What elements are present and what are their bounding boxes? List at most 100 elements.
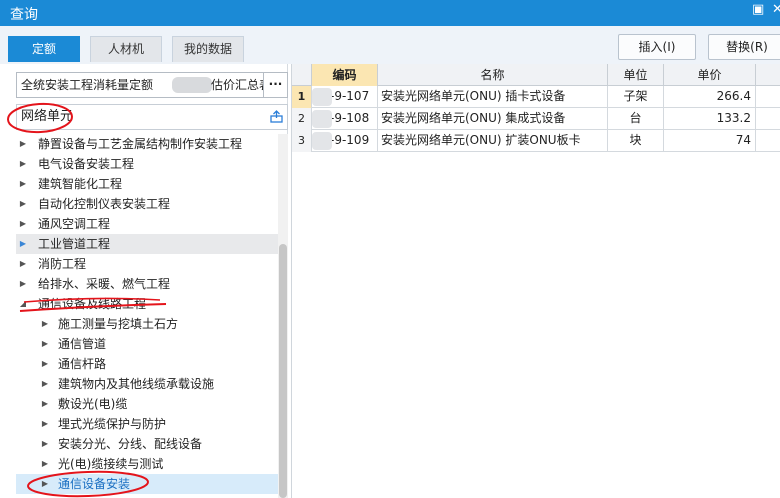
- tree-item-label: 建筑物内及其他线缆承载设施: [58, 377, 215, 391]
- expand-arrow-icon[interactable]: ▶: [18, 174, 28, 194]
- tree-item-label: 消防工程: [38, 257, 87, 271]
- code-cell: -9-108: [312, 108, 378, 130]
- library-name: 全统安装工程消耗量定额: [21, 78, 154, 92]
- tree-item[interactable]: ▶ 通信杆路: [16, 354, 278, 374]
- redacted-text: [312, 88, 332, 106]
- tree-item-label: 通信设备安装: [58, 477, 131, 491]
- tree-item-label: 工业管道工程: [38, 237, 111, 251]
- library-more-button[interactable]: ···: [264, 72, 288, 98]
- tree-item-label: 光(电)缆接续与测试: [58, 457, 164, 471]
- expand-arrow-icon[interactable]: ▶: [40, 354, 50, 374]
- expand-arrow-icon[interactable]: ▶: [18, 214, 28, 234]
- expand-arrow-icon[interactable]: ▶: [40, 454, 50, 474]
- tree-item-label: 建筑智能化工程: [38, 177, 123, 191]
- tree-item[interactable]: ▶ 自动化控制仪表安装工程: [16, 194, 278, 214]
- redacted-text: [172, 77, 212, 93]
- tree-item-label: 自动化控制仪表安装工程: [38, 197, 171, 211]
- tab-labor-material-machine[interactable]: 人材机: [90, 36, 162, 62]
- table-row[interactable]: 1 -9-107 安装光网络单元(ONU) 插卡式设备 子架 266.4: [292, 86, 780, 108]
- tree-item[interactable]: ▶ 消防工程: [16, 254, 278, 274]
- unit-cell: 台: [608, 108, 664, 130]
- expand-arrow-icon[interactable]: ▶: [18, 274, 28, 294]
- tree-item-label: 给排水、采暖、燃气工程: [38, 277, 171, 291]
- close-icon[interactable]: ✕: [772, 2, 780, 17]
- tree-item[interactable]: ▶ 通风空调工程: [16, 214, 278, 234]
- code-text: -9-109: [330, 133, 370, 147]
- restore-icon[interactable]: ▣: [752, 2, 764, 17]
- tree-item[interactable]: ▶ 安装分光、分线、配线设备: [16, 434, 278, 454]
- expand-arrow-icon[interactable]: ▶: [40, 474, 50, 494]
- tree-item-label: 通风空调工程: [38, 217, 111, 231]
- tree-item[interactable]: ▶ 工业管道工程: [16, 234, 278, 254]
- expand-arrow-icon[interactable]: ▶: [18, 154, 28, 174]
- tree-item-label: 安装分光、分线、配线设备: [58, 437, 203, 451]
- window-title: 查询: [10, 7, 38, 23]
- unit-cell: 块: [608, 130, 664, 152]
- tree-item[interactable]: ▶ 通信管道: [16, 334, 278, 354]
- code-text: -9-107: [330, 89, 370, 103]
- tree-item[interactable]: ◢ 通信设备及线路工程: [16, 294, 278, 314]
- redacted-text: [312, 110, 332, 128]
- table-row[interactable]: 3 -9-109 安装光网络单元(ONU) 扩装ONU板卡 块 74: [292, 130, 780, 152]
- redacted-text: [312, 132, 332, 150]
- replace-button[interactable]: 替换(R): [708, 34, 780, 60]
- expand-arrow-icon[interactable]: ▶: [40, 314, 50, 334]
- expand-arrow-icon[interactable]: ▶: [40, 374, 50, 394]
- chapter-tree: ▶ 静置设备与工艺金属结构制作安装工程 ▶ 电气设备安装工程 ▶ 建筑智能化工程…: [16, 134, 278, 498]
- expand-arrow-icon[interactable]: ▶: [18, 194, 28, 214]
- expand-arrow-icon[interactable]: ▶: [40, 434, 50, 454]
- tree-item[interactable]: ▶ 光(电)缆接续与测试: [16, 454, 278, 474]
- code-text: -9-108: [330, 111, 370, 125]
- tree-item[interactable]: ▶ 给排水、采暖、燃气工程: [16, 274, 278, 294]
- quota-library-select[interactable]: 全统安装工程消耗量定额 估价汇总表: [16, 72, 264, 98]
- tree-item-label: 静置设备与工艺金属结构制作安装工程: [38, 137, 243, 151]
- tree-item-label: 通信杆路: [58, 357, 107, 371]
- tree-item-label: 埋式光缆保护与防护: [58, 417, 167, 431]
- tree-item[interactable]: ▶ 静置设备与工艺金属结构制作安装工程: [16, 134, 278, 154]
- tree-item-label: 敷设光(电)缆: [58, 397, 128, 411]
- grid-header: 编码 名称 单位 单价: [292, 64, 780, 86]
- code-header[interactable]: 编码: [312, 64, 378, 86]
- tree-item-label: 施工测量与挖填土石方: [58, 317, 179, 331]
- name-cell: 安装光网络单元(ONU) 插卡式设备: [378, 86, 608, 108]
- scroll-thumb[interactable]: [279, 244, 287, 498]
- export-icon[interactable]: [270, 110, 283, 123]
- tree-item[interactable]: ▶ 施工测量与挖填土石方: [16, 314, 278, 334]
- tree-item-selected[interactable]: ▶ 通信设备安装: [16, 474, 278, 494]
- expand-arrow-icon[interactable]: ▶: [40, 334, 50, 354]
- name-header[interactable]: 名称: [378, 64, 608, 86]
- price-cell: 266.4: [664, 86, 756, 108]
- search-input[interactable]: 网络单元: [16, 104, 288, 130]
- table-row[interactable]: 2 -9-108 安装光网络单元(ONU) 集成式设备 台 133.2: [292, 108, 780, 130]
- price-cell: 133.2: [664, 108, 756, 130]
- collapse-arrow-icon[interactable]: ◢: [18, 294, 28, 314]
- code-cell: -9-109: [312, 130, 378, 152]
- tree-item[interactable]: ▶ 敷设光(电)缆: [16, 394, 278, 414]
- tree-item[interactable]: ▶ 建筑物内及其他线缆承载设施: [16, 374, 278, 394]
- price-cell: 74: [664, 130, 756, 152]
- tree-item[interactable]: ▶ 电气设备安装工程: [16, 154, 278, 174]
- price-header[interactable]: 单价: [664, 64, 756, 86]
- unit-header[interactable]: 单位: [608, 64, 664, 86]
- insert-button[interactable]: 插入(I): [618, 34, 696, 60]
- tree-item[interactable]: ▶ 建筑智能化工程: [16, 174, 278, 194]
- tree-item[interactable]: ▶ 埋式光缆保护与防护: [16, 414, 278, 434]
- expand-arrow-icon[interactable]: ▶: [40, 394, 50, 414]
- name-cell: 安装光网络单元(ONU) 集成式设备: [378, 108, 608, 130]
- expand-arrow-icon[interactable]: ▶: [18, 134, 28, 154]
- expand-arrow-icon[interactable]: ▶: [18, 234, 28, 254]
- tree-item-label: 通信管道: [58, 337, 107, 351]
- tab-bar: 定额 人材机 我的数据 插入(I) 替换(R): [0, 26, 780, 64]
- row-number: 2: [292, 108, 312, 130]
- row-number: 1: [292, 86, 312, 108]
- tab-my-data[interactable]: 我的数据: [172, 36, 244, 62]
- row-number-header: [292, 64, 312, 86]
- left-panel: 全统安装工程消耗量定额 估价汇总表 ··· 网络单元 ▶ 静置设备与工艺金属结构…: [8, 64, 288, 498]
- tree-item-label: 电气设备安装工程: [38, 157, 135, 171]
- title-bar: 查询 ▣ ✕: [0, 0, 780, 26]
- tree-scrollbar[interactable]: [278, 134, 288, 498]
- expand-arrow-icon[interactable]: ▶: [40, 414, 50, 434]
- expand-arrow-icon[interactable]: ▶: [18, 254, 28, 274]
- tab-quota[interactable]: 定额: [8, 36, 80, 62]
- code-cell: -9-107: [312, 86, 378, 108]
